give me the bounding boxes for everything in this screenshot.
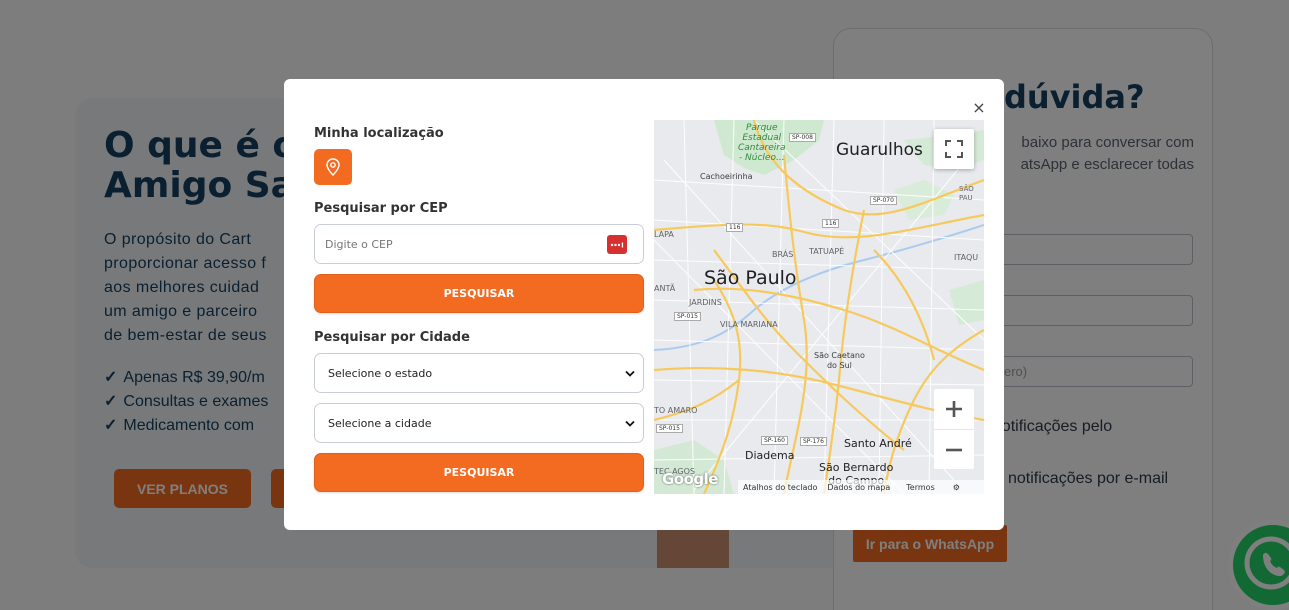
map-label-cachoeirinha: Cachoeirinha (700, 172, 753, 181)
password-manager-icon[interactable] (607, 235, 627, 254)
route-shield: SP-015 (674, 312, 701, 321)
route-shield: SP-160 (761, 436, 788, 445)
route-shield: SP-070 (870, 196, 897, 205)
cep-field[interactable] (314, 224, 644, 264)
map-label-santo-andre: Santo André (844, 437, 912, 450)
map-label-sao: SÃO PAU (959, 185, 974, 202)
map-label-diadema: Diadema (745, 449, 795, 462)
settings-icon[interactable]: ⚙ (953, 483, 960, 492)
map-label-to-amaro: TO AMARO (654, 406, 698, 415)
keyboard-shortcuts-link[interactable]: Atalhos do teclado (743, 483, 817, 492)
map-footer: Atalhos do teclado Dados do mapa Termos … (738, 480, 984, 494)
minus-icon (946, 448, 962, 451)
city-select[interactable]: Selecione a cidade (314, 403, 644, 443)
map-label-sao-caetano: São Caetano do Sul (814, 351, 865, 370)
route-shield: SP-176 (800, 437, 827, 446)
map-label-anta: ANTÃ (654, 284, 676, 293)
search-cep-button[interactable]: PESQUISAR (314, 274, 644, 313)
fullscreen-button[interactable] (934, 129, 974, 169)
route-shield: SP-008 (789, 133, 816, 142)
route-shield: SP-015 (656, 424, 683, 433)
map-label-bras: BRÁS (772, 250, 794, 259)
zoom-out-button[interactable] (934, 429, 974, 469)
map-label-itaqu: ITAQU (954, 253, 979, 262)
plus-icon (946, 401, 962, 417)
my-location-button[interactable] (314, 149, 352, 185)
close-icon[interactable]: × (968, 96, 990, 118)
my-location-label: Minha localização (314, 126, 444, 141)
chevron-down-icon (625, 370, 635, 377)
fullscreen-icon (945, 140, 963, 158)
cep-input[interactable] (325, 237, 595, 251)
map-label-jardins: JARDINS (689, 298, 722, 307)
map-label-guarulhos: Guarulhos (836, 140, 923, 160)
google-logo: Google (662, 470, 718, 488)
route-shield: 116 (726, 223, 744, 232)
city-search-label: Pesquisar por Cidade (314, 330, 470, 345)
search-city-button[interactable]: PESQUISAR (314, 453, 644, 492)
terms-link[interactable]: Termos (906, 483, 934, 492)
map-data-link[interactable]: Dados do mapa (827, 483, 890, 492)
zoom-in-button[interactable] (934, 389, 974, 429)
map-label-sao-paulo: São Paulo (704, 267, 797, 289)
state-select[interactable]: Selecione o estado (314, 353, 644, 393)
state-select-value: Selecione o estado (328, 366, 433, 380)
map-label-lapa: LAPA (654, 230, 674, 239)
route-shield: 116 (822, 219, 840, 228)
map-label-park: Parque Estadual Cantareira - Núcleo... (738, 123, 786, 163)
cep-search-label: Pesquisar por CEP (314, 201, 448, 216)
map-pin-icon (326, 158, 340, 176)
chevron-down-icon (625, 420, 635, 427)
map-label-vila-mariana: VILA MARIANA (720, 320, 778, 329)
map-label-tatuape: TATUAPÉ (809, 247, 845, 256)
city-select-value: Selecione a cidade (328, 416, 432, 430)
map-view[interactable]: Parque Estadual Cantareira - Núcleo... C… (654, 120, 984, 494)
